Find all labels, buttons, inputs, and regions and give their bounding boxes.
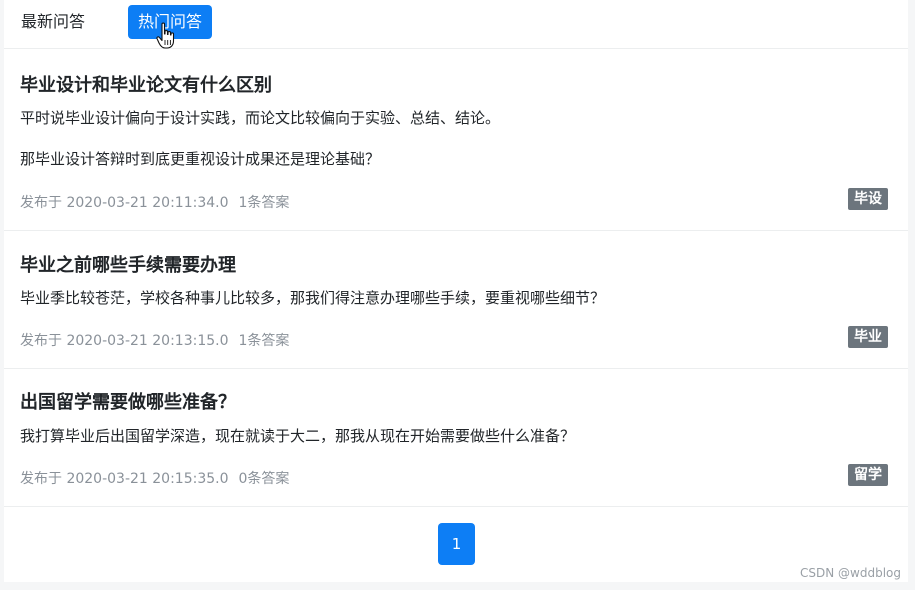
answer-count: 1条答案 <box>238 195 290 211</box>
watermark: CSDN @wddblog <box>800 566 901 580</box>
question-item: 毕业设计和毕业论文有什么区别 平时说毕业设计偏向于设计实践，而论文比较偏向于实验… <box>4 49 908 231</box>
question-body-line: 那毕业设计答辩时到底更重视设计成果还是理论基础？ <box>20 150 381 168</box>
tab-bar: 最新问答 热门问答 <box>4 0 908 49</box>
question-title[interactable]: 出国留学需要做哪些准备？ <box>20 388 236 414</box>
category-tag[interactable]: 留学 <box>848 464 888 486</box>
question-meta: 发布于 2020-03-21 20:13:15.0 1条答案 <box>20 330 289 350</box>
published-time: 发布于 2020-03-21 20:13:15.0 <box>20 333 229 349</box>
published-time: 发布于 2020-03-21 20:11:34.0 <box>20 195 229 211</box>
answer-count: 1条答案 <box>238 333 290 349</box>
qa-panel: 最新问答 热门问答 毕业设计和毕业论文有什么区别 平时说毕业设计偏向于设计实践，… <box>4 0 908 582</box>
question-body-line: 平时说毕业设计偏向于设计实践，而论文比较偏向于实验、总结、结论。 <box>20 109 501 127</box>
question-body-line: 我打算毕业后出国留学深造，现在就读于大二，那我从现在开始需要做些什么准备？ <box>20 427 576 445</box>
tab-latest-qa[interactable]: 最新问答 <box>11 5 95 39</box>
pagination-page-button[interactable]: 1 <box>438 523 475 565</box>
question-title[interactable]: 毕业设计和毕业论文有什么区别 <box>20 71 272 97</box>
question-title[interactable]: 毕业之前哪些手续需要办理 <box>20 251 236 277</box>
category-tag[interactable]: 毕业 <box>848 326 888 348</box>
question-meta: 发布于 2020-03-21 20:11:34.0 1条答案 <box>20 192 289 212</box>
question-item: 出国留学需要做哪些准备？ 我打算毕业后出国留学深造，现在就读于大二，那我从现在开… <box>4 369 908 507</box>
category-tag[interactable]: 毕设 <box>848 188 888 210</box>
published-time: 发布于 2020-03-21 20:15:35.0 <box>20 471 229 487</box>
hand-pointer-icon <box>156 22 175 49</box>
question-item: 毕业之前哪些手续需要办理 毕业季比较苍茫，学校各种事儿比较多，那我们得注意办理哪… <box>4 231 908 369</box>
page: 最新问答 热门问答 毕业设计和毕业论文有什么区别 平时说毕业设计偏向于设计实践，… <box>0 0 915 590</box>
question-body-line: 毕业季比较苍茫，学校各种事儿比较多，那我们得注意办理哪些手续，要重视哪些细节？ <box>20 289 606 307</box>
answer-count: 0条答案 <box>238 471 290 487</box>
question-meta: 发布于 2020-03-21 20:15:35.0 0条答案 <box>20 468 289 488</box>
